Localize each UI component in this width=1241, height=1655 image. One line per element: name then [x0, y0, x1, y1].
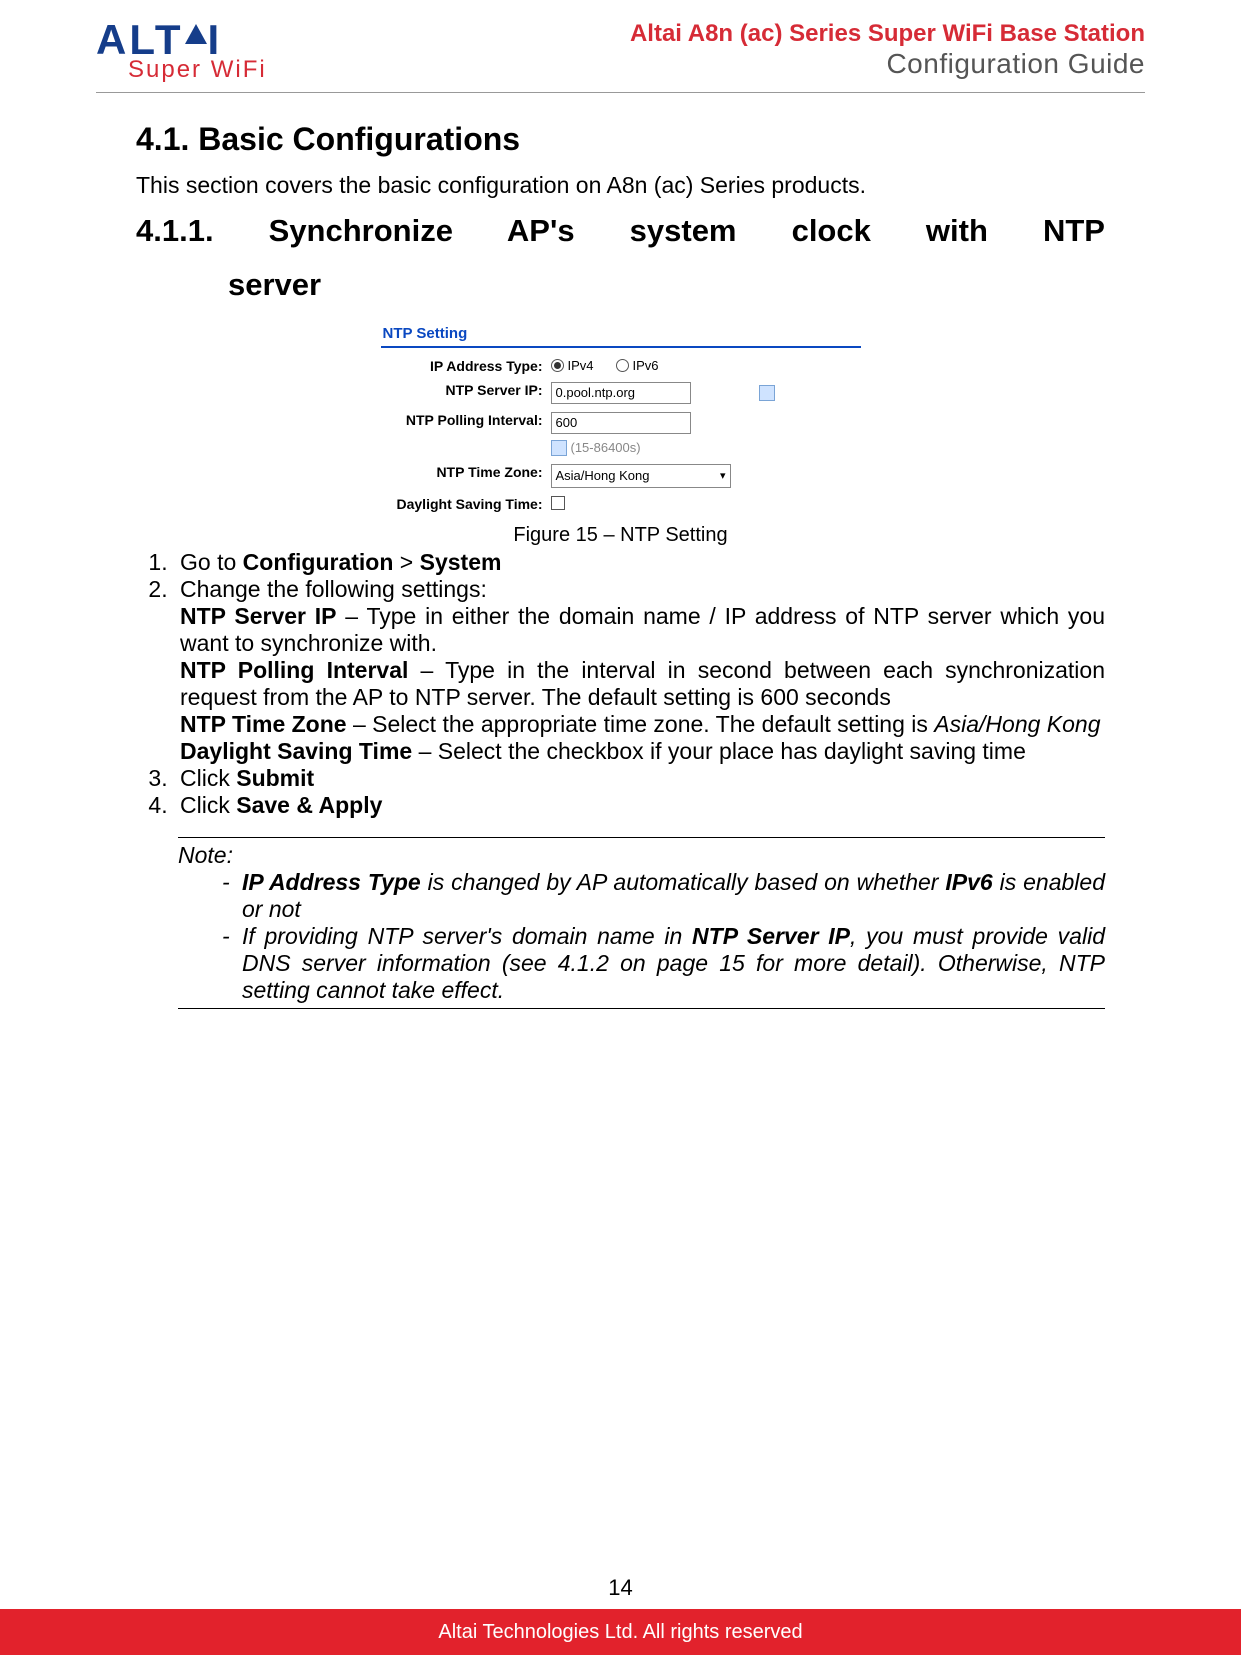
logo: ALT I Super WiFi [96, 20, 267, 84]
doc-title: Configuration Guide [630, 48, 1145, 80]
note-item-2: - If providing NTP server's domain name … [222, 923, 1105, 1004]
logo-text-1: ALT [96, 20, 184, 60]
product-line-title: Altai A8n (ac) Series Super WiFi Base St… [630, 20, 1145, 48]
ipv6-radio[interactable] [616, 359, 629, 372]
ntp-polling-interval-input[interactable] [551, 412, 691, 434]
ntp-server-ip-input[interactable] [551, 382, 691, 404]
chevron-down-icon: ▾ [720, 469, 726, 482]
section-heading-2-line2: server [228, 267, 1105, 303]
field-help-icon[interactable] [759, 385, 775, 401]
section-heading-2-line1: 4.1.1. Synchronize AP's system clock wit… [136, 213, 1105, 249]
step-1: Go to Configuration > System [174, 549, 1105, 576]
step-4: Click Save & Apply [174, 792, 1105, 819]
ntp-polling-interval-label: NTP Polling Interval: [381, 412, 551, 428]
step-2: Change the following settings: NTP Serve… [174, 576, 1105, 765]
ipv4-radio[interactable] [551, 359, 564, 372]
ntp-setting-panel: NTP Setting IP Address Type: IPv4 IPv6 N… [381, 321, 861, 520]
step-3: Click Submit [174, 765, 1105, 792]
ntp-time-zone-value: Asia/Hong Kong [556, 468, 650, 483]
page-header: ALT I Super WiFi Altai A8n (ac) Series Su… [96, 20, 1145, 93]
ipv4-radio-label: IPv4 [568, 358, 594, 373]
polling-hint: (15-86400s) [571, 440, 641, 455]
ntp-time-zone-select[interactable]: Asia/Hong Kong ▾ [551, 464, 731, 488]
section-intro: This section covers the basic configurat… [136, 172, 1105, 199]
ipv6-radio-label: IPv6 [633, 358, 659, 373]
figure-caption: Figure 15 – NTP Setting [136, 524, 1105, 547]
daylight-saving-checkbox[interactable] [551, 496, 565, 510]
note-title: Note: [178, 842, 1105, 869]
note-block: Note: - IP Address Type is changed by AP… [178, 837, 1105, 1009]
ntp-time-zone-label: NTP Time Zone: [381, 464, 551, 480]
steps-list: Go to Configuration > System Change the … [156, 549, 1105, 819]
footer-bar: Altai Technologies Ltd. All rights reser… [0, 1609, 1241, 1655]
ip-address-type-label: IP Address Type: [381, 358, 551, 374]
section-heading-1: 4.1. Basic Configurations [136, 121, 1105, 158]
logo-triangle-icon [185, 24, 207, 44]
polling-help-icon[interactable] [551, 440, 567, 456]
page-number: 14 [0, 1575, 1241, 1601]
daylight-saving-time-label: Daylight Saving Time: [381, 496, 551, 512]
logo-text-2: I [208, 20, 223, 60]
logo-subtitle: Super WiFi [128, 56, 267, 84]
note-item-1: - IP Address Type is changed by AP autom… [222, 869, 1105, 923]
ntp-server-ip-label: NTP Server IP: [381, 382, 551, 398]
ntp-panel-title: NTP Setting [381, 321, 861, 348]
